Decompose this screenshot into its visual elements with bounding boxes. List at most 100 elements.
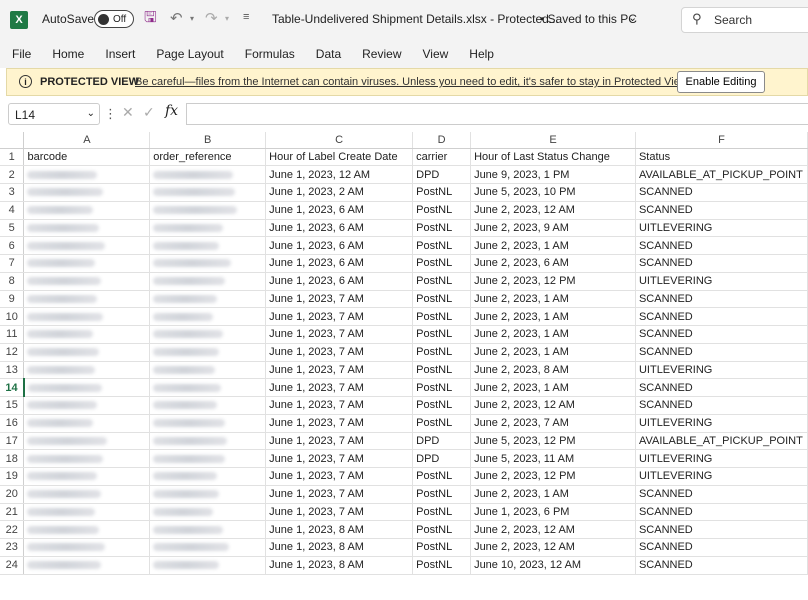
barcode-cell[interactable] [23,503,151,522]
barcode-cell[interactable] [23,219,151,238]
order-reference-cell[interactable] [149,201,267,220]
tab-data[interactable]: Data [316,47,341,61]
last-status-change-cell[interactable]: June 2, 2023, 1 AM [470,307,636,326]
label-create-date-cell[interactable]: June 1, 2023, 8 AM [265,556,414,575]
last-status-change-cell[interactable]: June 2, 2023, 7 AM [470,414,636,433]
last-status-change-cell[interactable]: June 2, 2023, 6 AM [470,254,636,273]
row-header[interactable]: 2 [0,165,25,184]
tab-file[interactable]: File [12,47,31,61]
header-cell[interactable]: carrier [412,148,472,167]
label-create-date-cell[interactable]: June 1, 2023, 7 AM [265,325,414,344]
status-cell[interactable]: AVAILABLE_AT_PICKUP_POINT [635,165,808,184]
row-header[interactable]: 11 [0,325,25,344]
more-options-icon[interactable]: ⋮ [104,106,117,122]
undo-icon[interactable]: ↶ [170,9,183,27]
last-status-change-cell[interactable]: June 2, 2023, 1 AM [470,485,636,504]
label-create-date-cell[interactable]: June 1, 2023, 12 AM [265,165,414,184]
barcode-cell[interactable] [23,378,151,397]
barcode-cell[interactable] [23,449,151,468]
label-create-date-cell[interactable]: June 1, 2023, 6 AM [265,236,414,255]
label-create-date-cell[interactable]: June 1, 2023, 7 AM [265,503,414,522]
status-cell[interactable]: SCANNED [635,183,808,202]
carrier-cell[interactable]: DPD [412,165,472,184]
enable-editing-button[interactable]: Enable Editing [677,71,765,93]
barcode-cell[interactable] [23,325,151,344]
status-cell[interactable]: SCANNED [635,343,808,362]
barcode-cell[interactable] [23,485,151,504]
barcode-cell[interactable] [23,254,151,273]
redo-icon[interactable]: ↷ [205,9,218,27]
column-header-b[interactable]: B [149,132,267,149]
status-cell[interactable]: UITLEVERING [635,449,808,468]
header-cell[interactable]: order_reference [149,148,267,167]
status-cell[interactable]: UITLEVERING [635,414,808,433]
last-status-change-cell[interactable]: June 2, 2023, 12 AM [470,201,636,220]
status-cell[interactable]: SCANNED [635,254,808,273]
barcode-cell[interactable] [23,414,151,433]
status-cell[interactable]: SCANNED [635,307,808,326]
row-header[interactable]: 3 [0,183,25,202]
status-cell[interactable]: SCANNED [635,396,808,415]
order-reference-cell[interactable] [149,307,267,326]
insert-function-icon[interactable]: fx [165,103,178,119]
chevron-down-icon[interactable]: ⌄ [87,108,95,119]
barcode-cell[interactable] [23,343,151,362]
label-create-date-cell[interactable]: June 1, 2023, 6 AM [265,201,414,220]
barcode-cell[interactable] [23,520,151,539]
label-create-date-cell[interactable]: June 1, 2023, 7 AM [265,414,414,433]
label-create-date-cell[interactable]: June 1, 2023, 7 AM [265,290,414,309]
carrier-cell[interactable]: PostNL [412,538,472,557]
barcode-cell[interactable] [23,307,151,326]
carrier-cell[interactable]: PostNL [412,361,472,380]
tab-page-layout[interactable]: Page Layout [156,47,223,61]
carrier-cell[interactable]: PostNL [412,414,472,433]
carrier-cell[interactable]: PostNL [412,396,472,415]
carrier-cell[interactable]: PostNL [412,290,472,309]
order-reference-cell[interactable] [149,396,267,415]
row-header[interactable]: 20 [0,485,25,504]
order-reference-cell[interactable] [149,485,267,504]
order-reference-cell[interactable] [149,449,267,468]
header-cell[interactable]: Status [635,148,808,167]
label-create-date-cell[interactable]: June 1, 2023, 2 AM [265,183,414,202]
spreadsheet-grid[interactable]: ABCDEF 1 barcode order_reference Hour of La… [0,132,808,600]
order-reference-cell[interactable] [149,538,267,557]
order-reference-cell[interactable] [149,343,267,362]
tab-home[interactable]: Home [52,47,84,61]
order-reference-cell[interactable] [149,520,267,539]
status-cell[interactable]: SCANNED [635,556,808,575]
order-reference-cell[interactable] [149,467,267,486]
tab-formulas[interactable]: Formulas [245,47,295,61]
last-status-change-cell[interactable]: June 2, 2023, 12 AM [470,520,636,539]
carrier-cell[interactable]: PostNL [412,343,472,362]
carrier-cell[interactable]: PostNL [412,254,472,273]
redo-dropdown-icon[interactable]: ▾ [225,14,229,23]
tab-insert[interactable]: Insert [105,47,135,61]
row-header[interactable]: 4 [0,201,25,220]
select-all-corner[interactable] [0,132,25,149]
cancel-icon[interactable]: ✕ [122,104,134,121]
barcode-cell[interactable] [23,236,151,255]
order-reference-cell[interactable] [149,165,267,184]
label-create-date-cell[interactable]: June 1, 2023, 6 AM [265,219,414,238]
order-reference-cell[interactable] [149,290,267,309]
barcode-cell[interactable] [23,396,151,415]
carrier-cell[interactable]: PostNL [412,467,472,486]
row-header[interactable]: 19 [0,467,25,486]
carrier-cell[interactable]: DPD [412,449,472,468]
order-reference-cell[interactable] [149,254,267,273]
last-status-change-cell[interactable]: June 2, 2023, 12 PM [470,272,636,291]
barcode-cell[interactable] [23,183,151,202]
label-create-date-cell[interactable]: June 1, 2023, 8 AM [265,538,414,557]
order-reference-cell[interactable] [149,236,267,255]
carrier-cell[interactable]: PostNL [412,183,472,202]
status-cell[interactable]: UITLEVERING [635,272,808,291]
status-cell[interactable]: SCANNED [635,378,808,397]
order-reference-cell[interactable] [149,361,267,380]
row-header[interactable]: 14 [0,378,25,397]
status-cell[interactable]: SCANNED [635,485,808,504]
row-header[interactable]: 17 [0,432,25,451]
label-create-date-cell[interactable]: June 1, 2023, 7 AM [265,307,414,326]
status-cell[interactable]: UITLEVERING [635,361,808,380]
row-header[interactable]: 18 [0,449,25,468]
